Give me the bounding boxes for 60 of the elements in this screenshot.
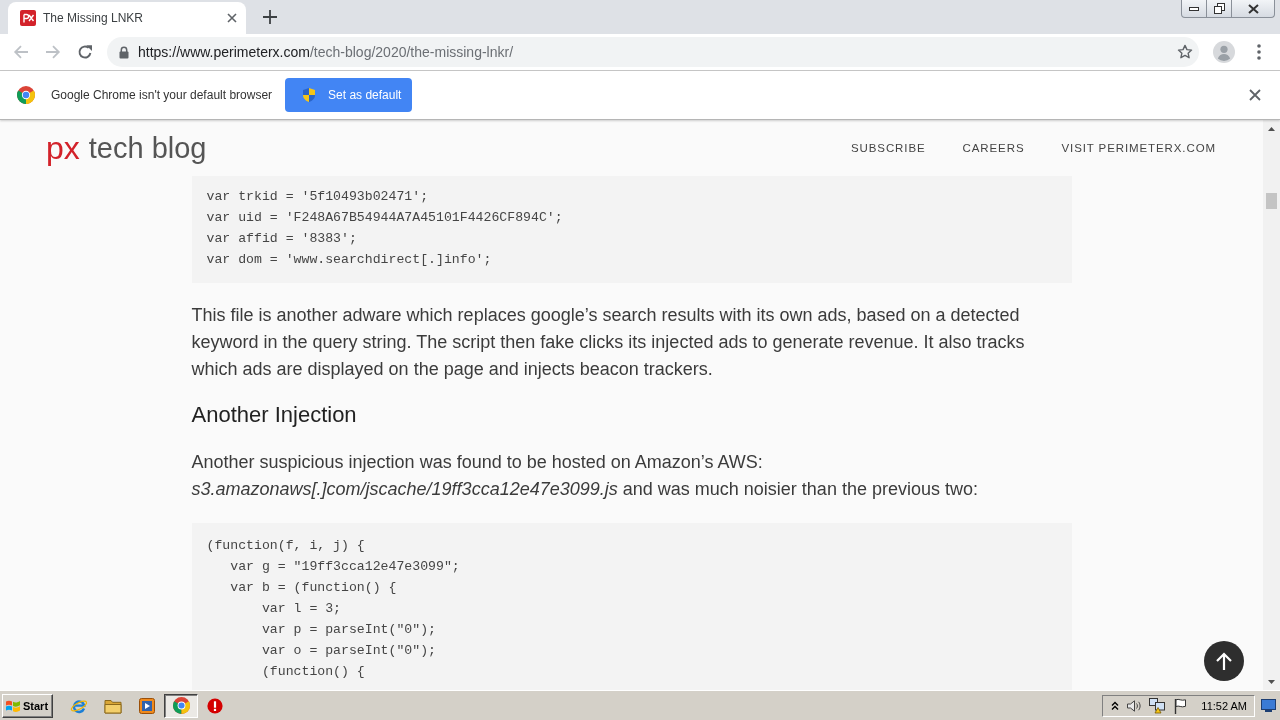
triangle-down-icon [1268, 679, 1275, 684]
scrollbar[interactable] [1263, 120, 1280, 690]
scrollbar-thumb[interactable] [1266, 193, 1277, 209]
favicon-icon [20, 10, 36, 26]
reload-icon [77, 44, 93, 60]
browser-tab[interactable]: The Missing LNKR [8, 2, 246, 34]
clock[interactable]: 11:52 AM [1201, 699, 1247, 712]
back-arrow-icon [13, 44, 29, 60]
forward-arrow-icon [45, 44, 61, 60]
lock-icon [119, 45, 129, 59]
code-line: var trkid = '5f10493b02471'; [206, 188, 430, 206]
code-line: var dom = 'www.searchdirect[.]info'; [206, 251, 493, 269]
nav-link[interactable]: VISIT PERIMETERX.COM [1061, 142, 1216, 154]
new-tab-button[interactable] [262, 9, 278, 25]
code-line: var uid = 'F248A67B54944A7A45101F4426CF894C'; [206, 209, 564, 227]
tab-title: The Missing LNKR [43, 11, 145, 25]
logo-text[interactable]: tech blog [88, 133, 207, 163]
triangle-up-icon [1268, 126, 1275, 131]
paragraph: This file is another adware which replaces google’s search results with its own ads, based on a detected keyword in the query string. The script then fake clicks its injected ads to generate revenue. It also tracks which ads are displayed on the page and injects beacon trackers. [191, 304, 1026, 381]
chevron-up-icon[interactable] [1111, 700, 1120, 711]
arrow-up-icon [1216, 652, 1232, 670]
section-heading: Another Injection [191, 401, 358, 429]
set-as-default-button[interactable]: Set as default [285, 78, 413, 112]
nav-link[interactable]: SUBSCRIBE [851, 142, 926, 154]
back-to-top-button[interactable] [1204, 641, 1244, 681]
speaker-icon[interactable] [1126, 697, 1143, 714]
address-bar[interactable]: https://www.perimeterx.com/tech-blog/2020/the-missing-lnkr/ [107, 37, 1199, 67]
restore-icon [1213, 3, 1225, 14]
close-icon [1247, 3, 1259, 14]
exclamation-icon [207, 697, 223, 714]
code-line: var g = "19ff3cca12e47e3099"; [229, 558, 461, 576]
chrome-logo-icon [17, 86, 35, 104]
paragraph: Another suspicious injection was found to be hosted on Amazon’s AWS: s3.amazonaws[.]com/jscache/19ff3cca12e47e3099.js and was much noisier than the previous two: [191, 451, 979, 501]
url-text: https://www.perimeterx.com/tech-blog/2020/the-missing-lnkr/ [138, 44, 515, 60]
plus-icon [263, 10, 277, 24]
code-line: var l = 3; [260, 600, 343, 618]
minimize-icon [1189, 6, 1199, 11]
star-icon[interactable] [1177, 44, 1193, 60]
start-button[interactable]: Start [2, 693, 53, 718]
code-line: var o = parseInt("0"); [260, 642, 437, 660]
shield-icon [301, 87, 318, 103]
code-line: (function() { [260, 663, 366, 681]
chrome-logo-icon [172, 697, 190, 714]
code-line: (function(f, i, j) { [206, 537, 366, 555]
default-browser-message: Google Chrome isn't your default browser [51, 88, 273, 102]
code-line: var b = (function() { [229, 579, 398, 597]
network-icon[interactable] [1149, 697, 1167, 714]
close-icon[interactable] [227, 13, 237, 23]
avatar-icon[interactable] [1213, 41, 1235, 63]
code-line: var affid = '8383'; [206, 230, 358, 248]
media-player-icon [139, 697, 155, 714]
show-desktop-icon[interactable] [1261, 699, 1276, 712]
folder-icon [104, 697, 122, 714]
code-line: var p = parseInt("0"); [260, 621, 437, 639]
nav-link[interactable]: CAREERS [962, 142, 1025, 154]
windows-flag-icon [5, 698, 21, 713]
logo-mark[interactable]: px [46, 132, 80, 164]
menu-icon[interactable] [1257, 44, 1261, 60]
close-icon[interactable] [1249, 89, 1261, 101]
taskbar-button[interactable] [164, 693, 198, 718]
